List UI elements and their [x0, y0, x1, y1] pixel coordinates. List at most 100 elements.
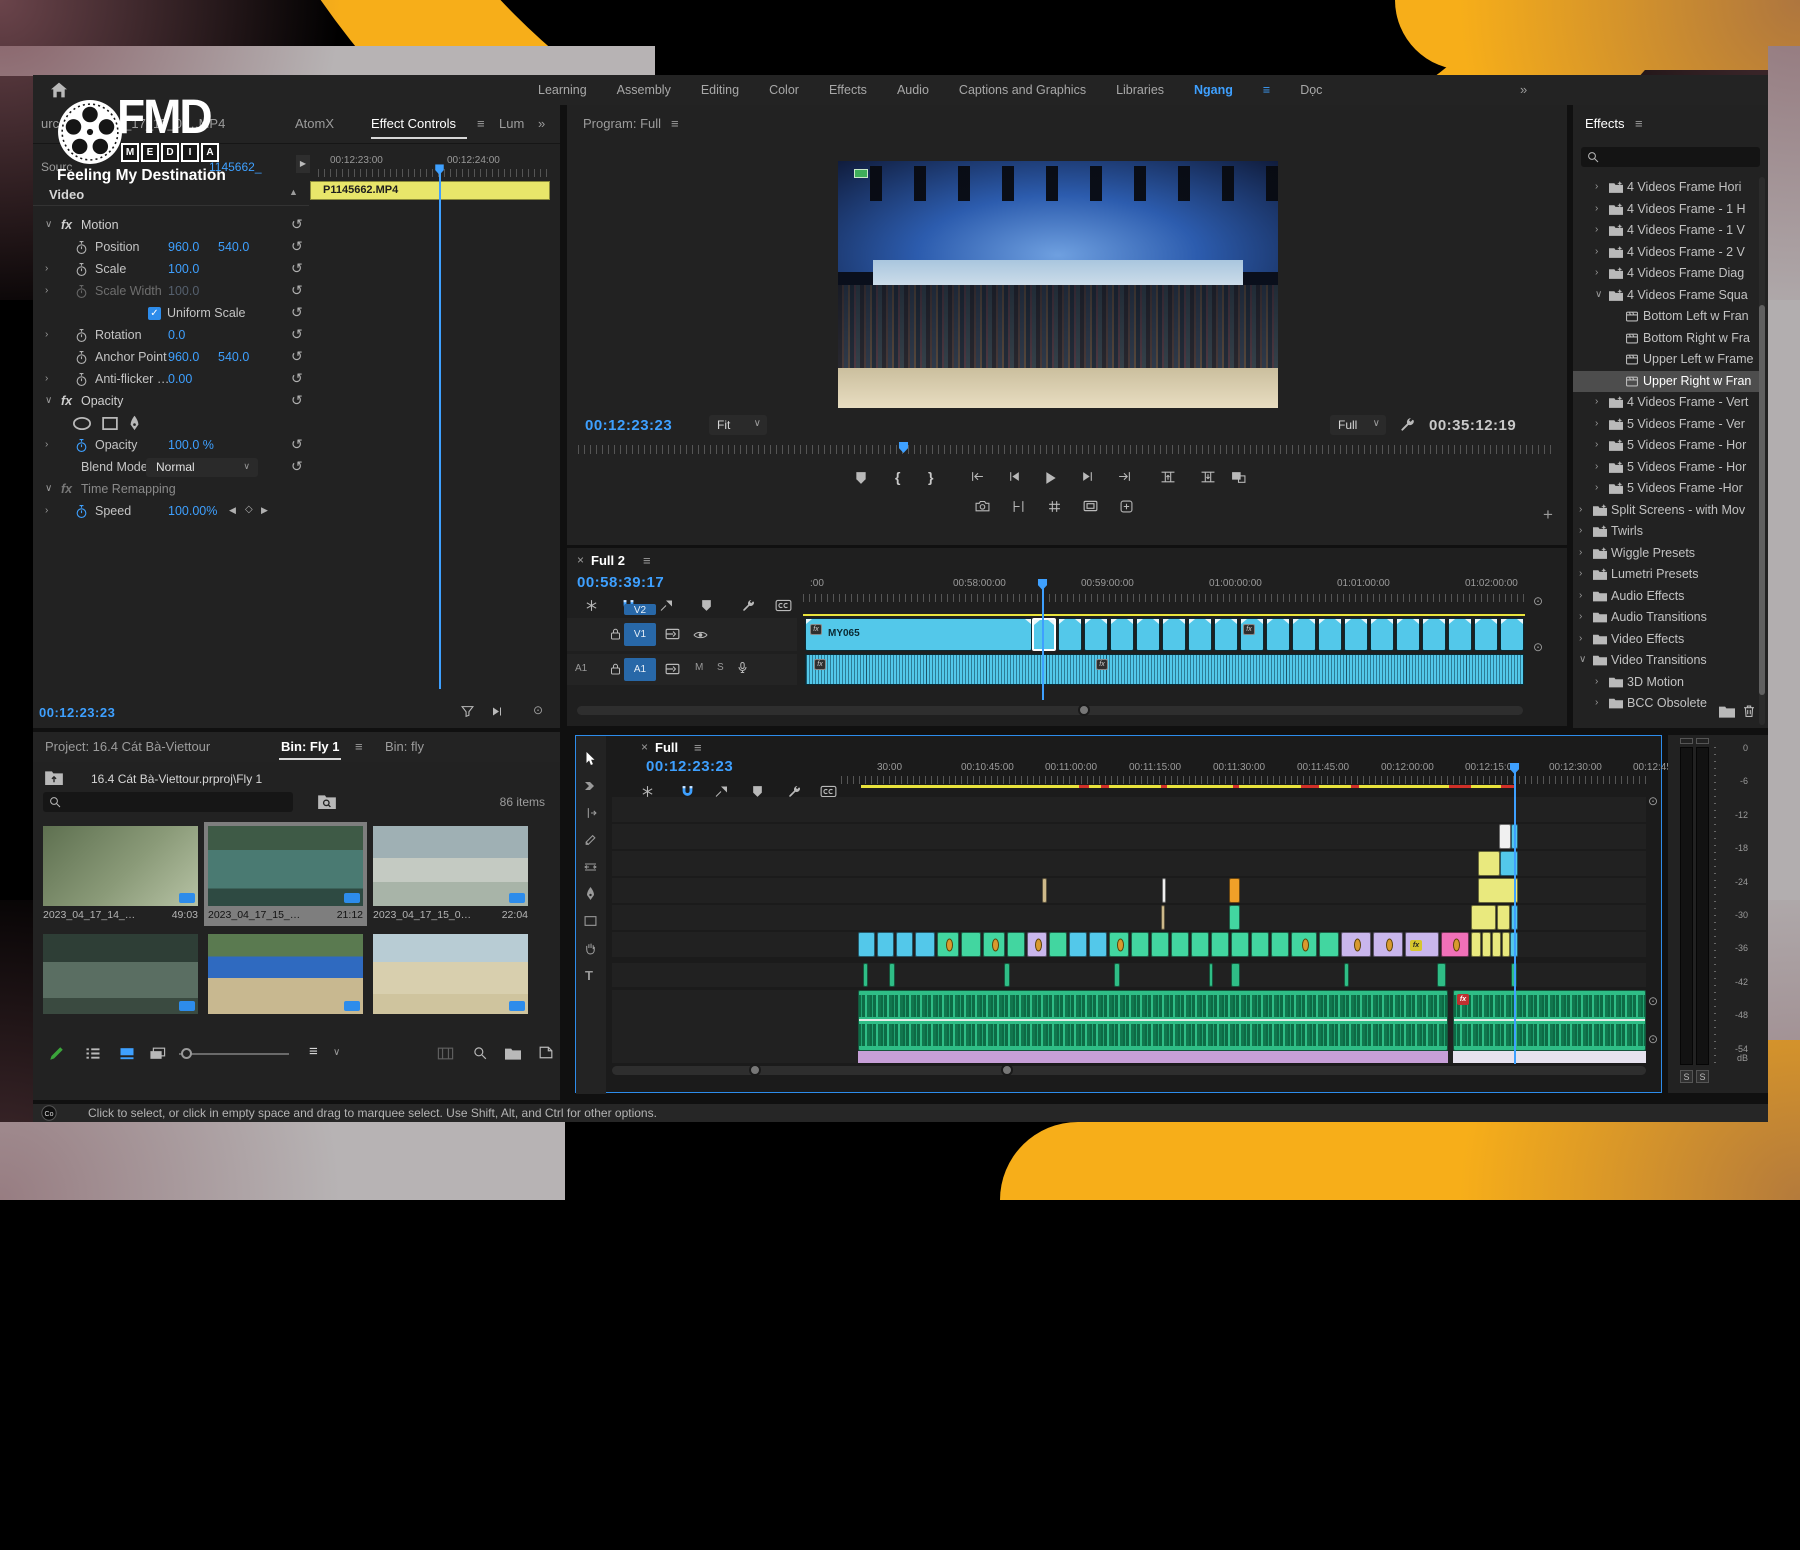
mark-out-button[interactable]: }: [928, 469, 933, 485]
full2-clip-segment[interactable]: [1214, 618, 1238, 651]
clip-thumbnail-beach2[interactable]: [373, 934, 528, 1014]
solo-right-button[interactable]: S: [1696, 1070, 1709, 1083]
play-button[interactable]: [1045, 471, 1057, 485]
effects-tree-item-4-videos-frame-hori[interactable]: ›4 Videos Frame Hori: [1573, 177, 1759, 198]
clip-v1[interactable]: [1291, 932, 1317, 957]
clip-v1[interactable]: [1231, 932, 1249, 957]
clip-v1[interactable]: [1109, 932, 1129, 957]
clip-v4[interactable]: [1478, 851, 1500, 876]
ec-bottom-timecode[interactable]: 00:12:23:23: [39, 705, 115, 720]
full-v-scroll-dot3[interactable]: ⊙: [1648, 1032, 1658, 1046]
clip-v1[interactable]: [1191, 932, 1209, 957]
panel-menu-icon[interactable]: ≡: [671, 116, 679, 131]
clip-v1[interactable]: [1251, 932, 1269, 957]
twirl-right-icon[interactable]: ›: [1595, 267, 1598, 278]
go-to-out-button[interactable]: [1118, 471, 1131, 482]
clip-v1[interactable]: fx: [1405, 932, 1439, 957]
uniform-scale-checkbox[interactable]: ✓: [148, 307, 161, 320]
writable-icon[interactable]: [49, 1046, 64, 1061]
full2-clip-segment[interactable]: [1422, 618, 1446, 651]
reset-parameter-icon[interactable]: ↺: [291, 436, 303, 453]
clip-v3[interactable]: [1229, 878, 1240, 903]
project-clip-cell[interactable]: 2023_04_17_15_0…22:04: [369, 822, 532, 926]
scrollbar-handle[interactable]: [1078, 704, 1090, 716]
clip-v2[interactable]: [1229, 905, 1240, 930]
new-bin-icon[interactable]: [505, 1047, 521, 1060]
effects-tree-item-twirls[interactable]: ›Twirls: [1573, 521, 1759, 542]
twirl-down-icon[interactable]: ∨: [1595, 289, 1602, 300]
go-to-in-button[interactable]: [971, 471, 984, 482]
reset-parameter-icon[interactable]: ↺: [291, 216, 303, 233]
solo-left-button[interactable]: S: [1680, 1070, 1693, 1083]
param-value[interactable]: 540.0: [218, 240, 249, 254]
blend-mode-select[interactable]: Normal∨: [146, 458, 258, 477]
project-clip-cell[interactable]: 2023_04_17_14_…49:03: [39, 822, 202, 926]
multi-view-button[interactable]: [1083, 500, 1098, 512]
extract-button[interactable]: [1201, 471, 1215, 483]
param-value[interactable]: 960.0: [168, 240, 199, 254]
step-back-button[interactable]: [1008, 471, 1021, 482]
effects-tree-item-4-videos-frame-vert[interactable]: ›4 Videos Frame - Vert: [1573, 392, 1759, 413]
clip-thumbnail-beach1[interactable]: [373, 826, 528, 906]
full2-clip-segment[interactable]: [1344, 618, 1368, 651]
full2-clip-segment[interactable]: [1084, 618, 1108, 651]
twirl-down-icon[interactable]: ∨: [45, 395, 52, 406]
project-clip-cell[interactable]: 2023_04_17_15_…21:12: [204, 822, 367, 926]
opacity-ellipse-mask-icon[interactable]: [71, 416, 93, 431]
twirl-right-icon[interactable]: ›: [1579, 504, 1582, 515]
effect-name[interactable]: Opacity: [81, 394, 123, 408]
clip-a1[interactable]: [1231, 963, 1240, 987]
delete-custom-item-icon[interactable]: [1743, 704, 1755, 718]
settings-wrench-icon[interactable]: [1400, 417, 1415, 432]
clip-v1[interactable]: [915, 932, 935, 957]
full2-clip-segment[interactable]: [1162, 618, 1186, 651]
workspace-overflow-button[interactable]: »: [1520, 82, 1527, 97]
keyframe-stopwatch-icon[interactable]: [75, 438, 88, 453]
tab-bin-fly[interactable]: Bin: fly: [385, 739, 424, 754]
clip-thumbnail-bay[interactable]: [43, 934, 198, 1014]
twirl-right-icon[interactable]: ›: [1595, 181, 1598, 192]
effects-tree-item-4-videos-frame-squa[interactable]: ∨4 Videos Frame Squa: [1573, 285, 1759, 306]
list-view-icon[interactable]: [85, 1047, 101, 1060]
find-icon[interactable]: [473, 1046, 487, 1060]
twirl-right-icon[interactable]: ›: [1595, 482, 1598, 493]
effects-tree-item-5-videos-frame-hor[interactable]: ›5 Videos Frame - Hor: [1573, 435, 1759, 456]
opacity-rect-mask-icon[interactable]: [101, 416, 119, 431]
twirl-right-icon[interactable]: ›: [1579, 547, 1582, 558]
full2-clip-segment[interactable]: [1448, 618, 1472, 651]
workspace-tab-assembly[interactable]: Assembly: [617, 83, 671, 97]
effect-name[interactable]: Motion: [81, 218, 119, 232]
clip-v3[interactable]: [1162, 878, 1166, 903]
effects-tree-item-video-effects[interactable]: ›Video Effects: [1573, 629, 1759, 650]
full-h-scrollbar[interactable]: [612, 1066, 1646, 1075]
workspace-tab-color[interactable]: Color: [769, 83, 799, 97]
effects-tree-item-upper-left-w-frame[interactable]: Upper Left w Frame: [1573, 349, 1759, 370]
full2-clip-segment[interactable]: [1370, 618, 1394, 651]
prev-keyframe-icon[interactable]: ◀: [229, 505, 236, 516]
lift-button[interactable]: [1161, 471, 1175, 483]
twirl-down-icon[interactable]: ∨: [45, 219, 52, 230]
full2-clip-segment[interactable]: [1266, 618, 1290, 651]
clip-v1[interactable]: [1319, 932, 1339, 957]
scrollbar-handle[interactable]: [749, 1064, 761, 1076]
scrollbar-handle2[interactable]: [1001, 1064, 1013, 1076]
sort-icon[interactable]: ≡: [309, 1043, 318, 1060]
project-clip-cell[interactable]: [39, 930, 202, 1034]
effects-tree-item-4-videos-frame-1-h[interactable]: ›4 Videos Frame - 1 H: [1573, 199, 1759, 220]
twirl-right-icon[interactable]: ›: [45, 439, 48, 450]
tab-bin-fly1[interactable]: Bin: Fly 1: [281, 739, 340, 754]
twirl-right-icon[interactable]: ›: [1595, 246, 1598, 257]
next-keyframe-icon[interactable]: [491, 706, 503, 717]
clip-v1[interactable]: [877, 932, 894, 957]
full2-v-scroll-dot[interactable]: ⊙: [1533, 594, 1543, 608]
effects-tree-item-lumetri-presets[interactable]: ›Lumetri Presets: [1573, 564, 1759, 585]
effects-tree-item-4-videos-frame-2-v[interactable]: ›4 Videos Frame - 2 V: [1573, 242, 1759, 263]
clip-v3[interactable]: [1478, 878, 1518, 903]
twirl-right-icon[interactable]: ›: [45, 373, 48, 384]
effects-tree-item-5-videos-frame-hor[interactable]: ›5 Videos Frame -Hor: [1573, 478, 1759, 499]
full2-clip-segment[interactable]: [1110, 618, 1134, 651]
twirl-right-icon[interactable]: ›: [1579, 633, 1582, 644]
full2-clip-segment[interactable]: [1396, 618, 1420, 651]
clip-v1[interactable]: [858, 932, 875, 957]
clip-v2[interactable]: [1471, 905, 1496, 930]
